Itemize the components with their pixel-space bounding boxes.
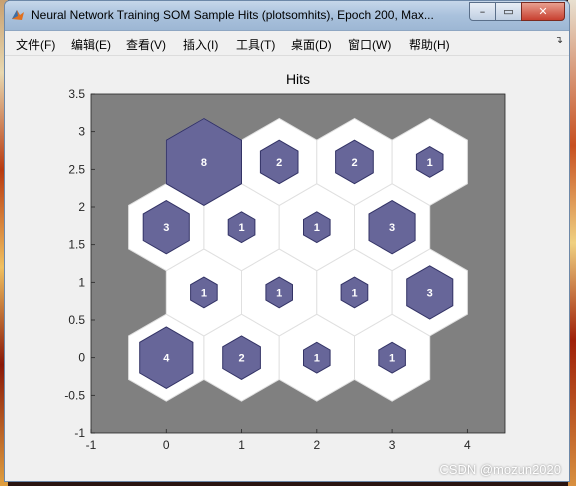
menu-file[interactable]: 文件(F)	[16, 36, 55, 53]
hit-count-label: 1	[238, 222, 244, 234]
y-tick-label: 2	[78, 200, 85, 214]
x-tick-label: -1	[86, 438, 97, 452]
menu-desktop[interactable]: 桌面(D)	[291, 36, 332, 53]
close-button[interactable]: ✕	[521, 2, 565, 21]
menu-view[interactable]: 查看(V)	[126, 36, 166, 53]
minimize-button[interactable]: –	[469, 2, 496, 21]
y-tick-label: 2.5	[68, 162, 85, 176]
menu-bar: 文件(F) 编辑(E) 查看(V) 插入(I) 工具(T) 桌面(D) 窗口(W…	[5, 31, 569, 56]
window-title: Neural Network Training SOM Sample Hits …	[31, 8, 434, 22]
hit-count-label: 3	[163, 222, 169, 234]
watermark: CSDN @mozun2020	[439, 462, 561, 477]
som-cells: 4 2 1 1 1 1 1 3 3 1 1 3 8 2 2 1	[128, 117, 468, 402]
hit-count-label: 1	[314, 353, 320, 365]
menu-tools[interactable]: 工具(T)	[236, 36, 275, 53]
y-tick-label: 0.5	[68, 313, 85, 327]
figure-canvas: Hits 4 2 1 1 1 1 1 3 3 1 1 3 8 2 2 1 -1 0 1 2 3 4 -1 -0.5 0 0.5 1…	[5, 56, 569, 481]
hits-plot: Hits 4 2 1 1 1 1 1 3 3 1 1 3 8 2 2 1 -1 0 1 2 3 4 -1 -0.5 0 0.5 1…	[64, 71, 506, 452]
x-tick-label: 1	[238, 438, 245, 452]
chevron-right-icon[interactable]: ↴	[555, 35, 563, 46]
hit-count-label: 2	[276, 157, 282, 169]
x-tick-label: 0	[163, 438, 170, 452]
y-tick-label: 1	[78, 275, 85, 289]
hit-count-label: 1	[427, 157, 433, 169]
x-tick-label: 2	[313, 438, 320, 452]
menu-window[interactable]: 窗口(W)	[348, 36, 391, 53]
hit-count-label: 1	[389, 353, 395, 365]
hit-count-label: 1	[201, 287, 207, 299]
maximize-button[interactable]: ▭	[495, 2, 522, 21]
y-tick-label: 0	[78, 351, 85, 365]
hit-count-label: 4	[163, 353, 170, 365]
hit-count-label: 2	[351, 157, 357, 169]
hit-count-label: 3	[389, 222, 395, 234]
hit-count-label: 1	[351, 287, 357, 299]
title-bar[interactable]: Neural Network Training SOM Sample Hits …	[5, 1, 569, 31]
menu-insert[interactable]: 插入(I)	[183, 36, 218, 53]
hit-count-label: 1	[314, 222, 320, 234]
menu-edit[interactable]: 编辑(E)	[71, 36, 111, 53]
y-tick-label: 1.5	[68, 238, 85, 252]
menu-help[interactable]: 帮助(H)	[409, 36, 450, 53]
y-tick-label: -1	[74, 426, 85, 440]
y-tick-label: -0.5	[64, 388, 85, 402]
figure-window: Neural Network Training SOM Sample Hits …	[4, 0, 570, 482]
x-tick-label: 3	[389, 438, 396, 452]
hit-count-label: 8	[201, 157, 207, 169]
plot-title: Hits	[286, 71, 310, 87]
hit-count-label: 3	[427, 287, 433, 299]
x-tick-label: 4	[464, 438, 471, 452]
y-tick-label: 3.5	[68, 87, 85, 101]
y-tick-label: 3	[78, 125, 85, 139]
matlab-icon	[12, 10, 24, 20]
hit-count-label: 2	[238, 353, 244, 365]
hit-count-label: 1	[276, 287, 282, 299]
window-controls: – ▭ ✕	[469, 2, 565, 21]
